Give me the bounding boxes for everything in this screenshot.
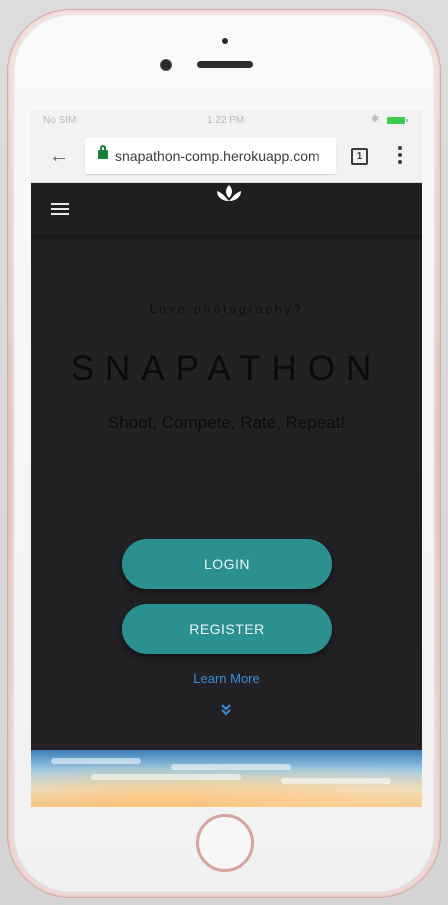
browser-toolbar: ← snapathon-comp.herokuapp.com 1 xyxy=(31,132,422,183)
proximity-sensor xyxy=(222,38,228,44)
address-bar[interactable]: snapathon-comp.herokuapp.com xyxy=(85,138,336,174)
lock-icon xyxy=(98,145,108,159)
cloud-streak xyxy=(91,774,241,780)
tabs-icon[interactable]: 1 xyxy=(351,148,368,165)
tagline: Love photography? xyxy=(149,302,304,316)
phone-screen: No SIM 1:22 PM ✱ ← snapathon-comp.heroku… xyxy=(31,110,422,807)
register-button[interactable]: REGISTER xyxy=(122,604,332,654)
double-chevron-down-icon[interactable] xyxy=(220,703,232,717)
earpiece-speaker xyxy=(197,61,253,68)
stage: No SIM 1:22 PM ✱ ← snapathon-comp.heroku… xyxy=(0,0,448,905)
bluetooth-icon: ✱ xyxy=(371,114,380,125)
back-arrow-icon[interactable]: ← xyxy=(49,146,69,166)
subtitle: Shoot, Compete, Rate, Repeat! xyxy=(107,413,346,432)
hamburger-icon[interactable] xyxy=(51,203,69,216)
brand-title: SNAPATHON xyxy=(70,349,383,388)
cloud-streak xyxy=(51,758,141,764)
url-fade xyxy=(312,138,336,174)
front-camera xyxy=(161,60,171,70)
login-button[interactable]: LOGIN xyxy=(122,539,332,589)
status-bar: No SIM 1:22 PM ✱ xyxy=(31,110,422,132)
clock: 1:22 PM xyxy=(207,115,245,126)
menu-icon[interactable] xyxy=(398,146,402,166)
cloud-streak xyxy=(171,764,291,770)
battery-icon xyxy=(387,117,408,124)
url-text: snapathon-comp.herokuapp.com xyxy=(115,148,320,164)
home-button[interactable] xyxy=(196,814,254,872)
site-header xyxy=(31,183,422,237)
hero-section: Love photography? SNAPATHON Shoot, Compe… xyxy=(31,237,422,750)
hero-banner-image xyxy=(31,750,422,807)
cloud-streak xyxy=(281,778,391,784)
learn-more-link[interactable]: Learn More xyxy=(31,671,422,686)
lotus-logo-icon[interactable] xyxy=(214,183,244,205)
carrier-label: No SIM xyxy=(43,115,77,126)
